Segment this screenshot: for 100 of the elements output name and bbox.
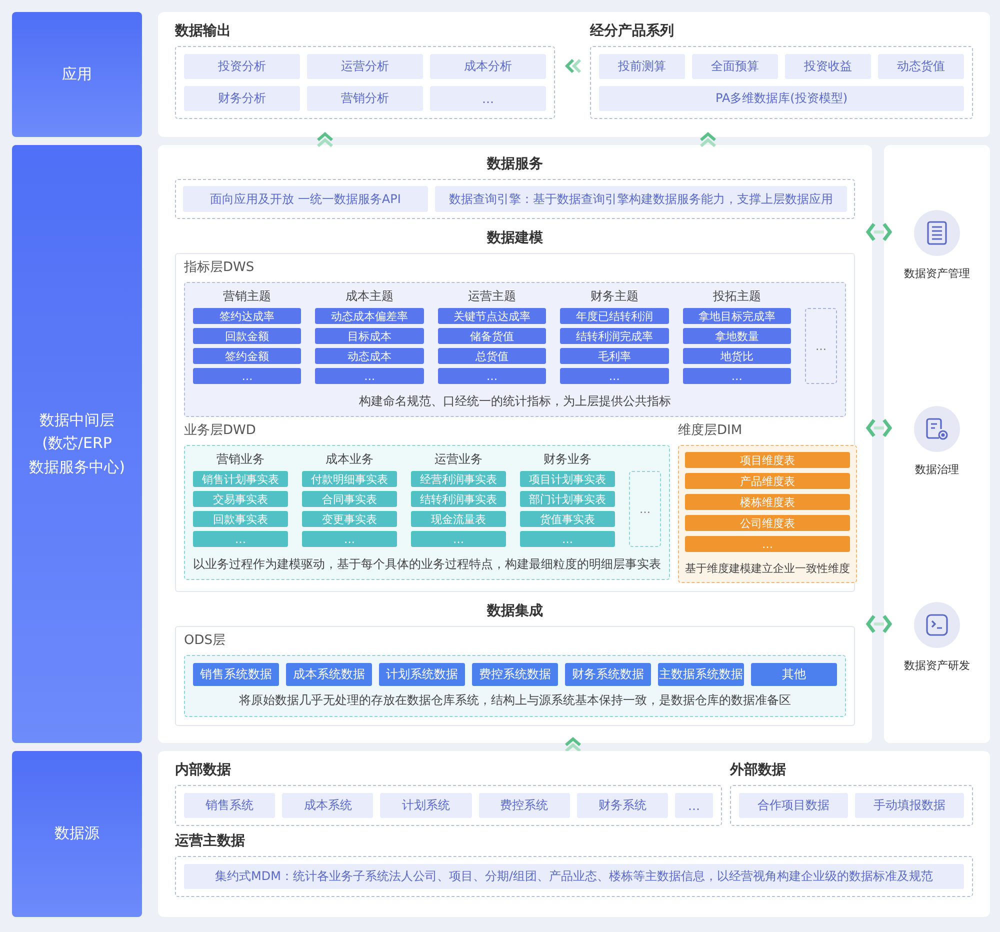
- system-item: 合作项目数据: [739, 793, 848, 818]
- output-item: 财务分析: [184, 86, 300, 111]
- fact-table-item: 交易事实表: [193, 491, 288, 507]
- chevron-left-icon: [564, 58, 584, 74]
- fact-table-item: 现金流量表: [411, 511, 506, 527]
- metric-item: 拿地数量: [682, 328, 792, 344]
- system-item: 手动填报数据: [855, 793, 964, 818]
- column-heading: 运营主题: [467, 289, 518, 304]
- layer-label: 应用: [12, 12, 142, 137]
- output-item: 运营分析: [307, 54, 423, 79]
- column-heading: 成本主题: [344, 289, 395, 304]
- metric-item: 总货值: [438, 348, 546, 364]
- metric-item: 目标成本: [315, 328, 424, 344]
- system-item: 销售系统: [184, 793, 276, 818]
- service-item: 面向应用及开放 一统一数据服务API: [183, 186, 428, 212]
- system-item: 计划系统: [380, 793, 472, 818]
- layer-label: 数据中间层 (数芯/ERP 数据服务中心): [12, 145, 142, 743]
- fact-table-item: 销售计划事实表: [193, 471, 288, 487]
- column-heading: 运营业务: [434, 452, 484, 467]
- fact-table-item: 合同事实表: [302, 491, 397, 507]
- output-item: 投资分析: [184, 54, 300, 79]
- chevron-up-icon: [698, 131, 718, 147]
- metric-item: …: [315, 368, 424, 384]
- column-heading: 财务业务: [542, 452, 592, 467]
- fact-table-item: 结转利润事实表: [411, 491, 506, 507]
- system-item: 财务系统: [576, 793, 668, 818]
- panel-title: 指标层DWS: [184, 260, 256, 276]
- output-item: 营销分析: [307, 86, 423, 111]
- service-label: 数据资产研发: [904, 658, 970, 673]
- panel-title: 维度层DIM: [678, 423, 744, 439]
- fact-table-item: …: [520, 531, 615, 547]
- source-data-item: 计划系统数据: [379, 663, 465, 686]
- product-item: PA多维数据库(投资模型): [599, 86, 964, 111]
- section-title: 数据服务: [486, 155, 544, 173]
- master-data-item: 集约式MDM：统计各业务子系统法人公司、项目、分期/组团、产品业态、楼栋等主数据信息，以经营视角构建企业级的数据标准及规范: [184, 864, 964, 889]
- metric-item: 年度已结转利润: [560, 308, 669, 324]
- fact-table-item: …: [193, 531, 288, 547]
- fact-table-item: …: [411, 531, 506, 547]
- metric-item: 拿地目标完成率: [682, 308, 792, 324]
- metric-item: 动态成本: [315, 348, 424, 364]
- metric-item: …: [682, 368, 792, 384]
- fact-table-item: …: [302, 531, 397, 547]
- source-data-item: 财务系统数据: [565, 663, 651, 686]
- double-arrow-icon: [866, 614, 892, 634]
- metric-item: 毛利率: [560, 348, 669, 364]
- fact-table-item: 付款明细事实表: [302, 471, 397, 487]
- document-gear-icon: [925, 417, 949, 441]
- fact-table-item: 部门计划事实表: [520, 491, 615, 507]
- product-item: 全面预算: [692, 54, 778, 79]
- service-label: 数据治理: [915, 462, 959, 477]
- double-arrow-icon: [866, 418, 892, 438]
- group-title: 内部数据: [175, 761, 232, 779]
- column-heading: 营销主题: [222, 289, 272, 304]
- metric-item: 地货比: [682, 348, 792, 364]
- source-data-item: 销售系统数据: [193, 663, 279, 686]
- section-title: 数据集成: [486, 602, 544, 620]
- metric-item: 签约金额: [193, 348, 302, 364]
- fact-table-item: 经营利润事实表: [411, 471, 506, 487]
- system-item: 费控系统: [478, 793, 570, 818]
- caption: 以业务过程作为建模驱动，基于每个具体的业务过程特点，构建最细粒度的明细层事实表: [193, 556, 661, 573]
- metric-item: 动态成本偏差率: [315, 308, 424, 324]
- system-item: …: [674, 793, 713, 818]
- fact-table-item: 项目计划事实表: [520, 471, 615, 487]
- panel-title: 业务层DWD: [184, 423, 257, 439]
- chevron-up-icon: [315, 131, 335, 147]
- output-item: 成本分析: [430, 54, 546, 79]
- metric-item: …: [438, 368, 546, 384]
- product-item: 动态货值: [878, 54, 964, 79]
- metric-item: 储备货值: [438, 328, 546, 344]
- metric-item: 签约达成率: [193, 308, 302, 324]
- layer-label: 数据源: [12, 751, 142, 917]
- chevron-up-icon: [563, 736, 583, 752]
- column-heading: 财务主题: [589, 289, 640, 304]
- service-label: 数据资产管理: [904, 266, 970, 281]
- dimension-item: 公司维度表: [685, 515, 850, 531]
- output-item: …: [430, 86, 546, 111]
- column-heading: 投拓主题: [712, 289, 762, 304]
- service-item: 数据查询引擎：基于数据查询引擎构建数据服务能力，支撑上层数据应用: [435, 186, 847, 212]
- double-arrow-icon: [866, 222, 892, 242]
- source-data-item: 成本系统数据: [286, 663, 372, 686]
- fact-table-item: 回款事实表: [193, 511, 288, 527]
- metric-item: …: [560, 368, 669, 384]
- metric-item: 关键节点达成率: [438, 308, 546, 324]
- ellipsis-text: …: [816, 340, 827, 352]
- product-item: 投资收益: [785, 54, 871, 79]
- dimension-item: 产品维度表: [685, 473, 850, 489]
- product-item: 投前测算: [599, 54, 685, 79]
- dimension-item: …: [685, 536, 850, 552]
- group-title: 运营主数据: [175, 832, 246, 850]
- caption: 将原始数据几乎无处理的存放在数据仓库系统，结构上与源系统基本保持一致，是数据仓库的数据准备区: [238, 692, 792, 709]
- metric-item: 结转利润完成率: [560, 328, 669, 344]
- source-data-item: 费控系统数据: [472, 663, 558, 686]
- fact-table-item: 变更事实表: [302, 511, 397, 527]
- group-title: 数据输出: [175, 22, 232, 40]
- group-title: 经分产品系列: [590, 22, 675, 40]
- ellipsis-text: …: [640, 502, 650, 516]
- caption: 基于维度建模建立企业一致性维度: [685, 561, 850, 576]
- fact-table-item: 货值事实表: [520, 511, 615, 527]
- list-icon: [926, 221, 948, 245]
- column-heading: 成本业务: [324, 452, 374, 467]
